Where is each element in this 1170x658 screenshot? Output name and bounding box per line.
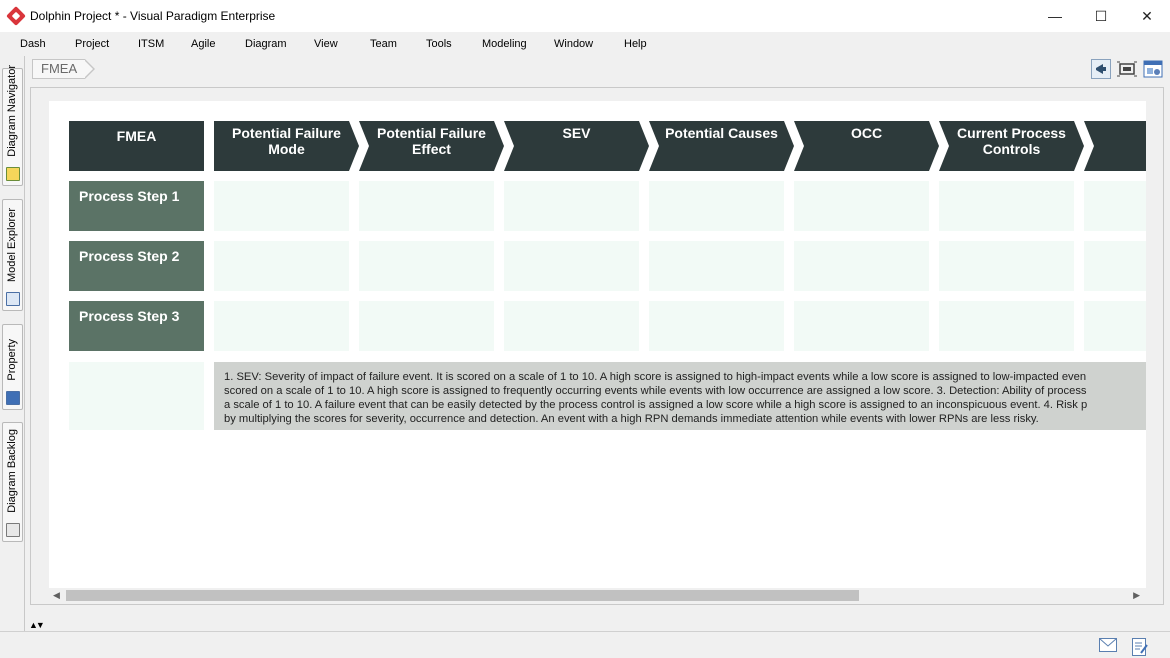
notes-icon[interactable] xyxy=(1132,638,1150,656)
column-header-label: SEV xyxy=(562,125,591,141)
row-header-process-step-2[interactable]: Process Step 2 xyxy=(69,241,204,291)
dock-tab-label: Model Explorer xyxy=(6,208,18,282)
note-label-cell[interactable] xyxy=(69,362,204,430)
row-header-process-step-3[interactable]: Process Step 3 xyxy=(69,301,204,351)
menu-diagram[interactable]: Diagram xyxy=(245,38,287,50)
model-explorer-icon xyxy=(6,292,20,306)
table-cell[interactable] xyxy=(359,301,494,351)
scroll-right-icon[interactable]: ▶ xyxy=(1133,590,1140,601)
column-header-potential-failure-mode[interactable]: Potential Failure Mode xyxy=(214,121,359,171)
diagram-canvas[interactable]: FMEA Potential Failure Mode Potential Fa… xyxy=(49,101,1146,588)
fmea-note[interactable]: 1. SEV: Severity of impact of failure ev… xyxy=(214,362,1146,430)
table-cell[interactable] xyxy=(649,241,784,291)
breadcrumb-arrow-icon xyxy=(84,59,96,79)
column-header-label: Potential Causes xyxy=(665,125,778,141)
dock-tab-label: Property xyxy=(6,339,18,381)
menu-team[interactable]: Team xyxy=(370,38,397,50)
note-line: scored on a scale of 1 to 10. A high sco… xyxy=(224,385,1087,397)
minimize-button[interactable]: — xyxy=(1032,0,1078,32)
breadcrumb-bar: FMEA xyxy=(25,56,1170,84)
menu-agile[interactable]: Agile xyxy=(191,38,215,50)
table-cell[interactable] xyxy=(1084,301,1146,351)
column-header-occ[interactable]: OCC xyxy=(794,121,939,171)
close-button[interactable]: ✕ xyxy=(1124,0,1170,32)
property-icon xyxy=(6,391,20,405)
dock-tab-diagram-navigator[interactable]: Diagram Navigator xyxy=(2,65,23,186)
table-cell[interactable] xyxy=(939,181,1074,231)
table-cell[interactable] xyxy=(504,241,639,291)
maximize-button[interactable]: ☐ xyxy=(1078,0,1124,32)
menu-project[interactable]: Project xyxy=(75,38,109,50)
diagram-navigator-icon xyxy=(6,167,20,181)
title-bar: Dolphin Project * - Visual Paradigm Ente… xyxy=(0,0,1170,32)
column-header-potential-failure-effect[interactable]: Potential Failure Effect xyxy=(359,121,504,171)
breadcrumb[interactable]: FMEA xyxy=(32,59,96,79)
fit-diagram-icon[interactable] xyxy=(1116,58,1138,80)
note-line: by multiplying the scores for severity, … xyxy=(224,413,1039,425)
dock-tab-label: Diagram Backlog xyxy=(6,429,18,513)
menu-help[interactable]: Help xyxy=(624,38,647,50)
menu-bar: Dash Project ITSM Agile Diagram View Tea… xyxy=(0,32,1170,56)
table-corner-header[interactable]: FMEA xyxy=(69,121,204,171)
dock-tab-diagram-backlog[interactable]: Diagram Backlog xyxy=(2,422,23,542)
layout-panel-icon[interactable] xyxy=(1142,58,1164,80)
table-cell[interactable] xyxy=(794,241,929,291)
diagram-toolbar xyxy=(1090,58,1164,80)
dock-tab-model-explorer[interactable]: Model Explorer xyxy=(2,199,23,311)
diagram-backlog-icon xyxy=(6,523,20,537)
note-line: 1. SEV: Severity of impact of failure ev… xyxy=(224,371,1087,383)
table-cell[interactable] xyxy=(359,241,494,291)
scrollbar-thumb[interactable] xyxy=(66,590,859,601)
column-header-label: Potential Failure Mode xyxy=(232,125,341,157)
column-header-label: Potential Failure Effect xyxy=(377,125,486,157)
breadcrumb-item[interactable]: FMEA xyxy=(32,59,86,79)
column-header-sev[interactable]: SEV xyxy=(504,121,649,171)
status-bar xyxy=(0,631,1170,658)
table-cell[interactable] xyxy=(504,301,639,351)
table-cell[interactable] xyxy=(504,181,639,231)
table-cell[interactable] xyxy=(939,301,1074,351)
table-cell[interactable] xyxy=(794,301,929,351)
visual-paradigm-logo-icon xyxy=(6,6,26,26)
table-cell[interactable] xyxy=(1084,241,1146,291)
column-header-current-process-controls[interactable]: Current Process Controls xyxy=(939,121,1084,171)
mail-icon[interactable] xyxy=(1099,638,1117,654)
column-header-label: OCC xyxy=(850,125,883,141)
menu-window[interactable]: Window xyxy=(554,38,593,50)
table-cell[interactable] xyxy=(359,181,494,231)
note-line: a scale of 1 to 10. A failure event that… xyxy=(224,399,1088,411)
window-controls: — ☐ ✕ xyxy=(1032,0,1170,32)
dock-tab-property[interactable]: Property xyxy=(2,324,23,410)
menu-tools[interactable]: Tools xyxy=(426,38,452,50)
row-header-process-step-1[interactable]: Process Step 1 xyxy=(69,181,204,231)
horizontal-scrollbar[interactable]: ◀ ▶ xyxy=(49,588,1146,603)
left-dock: Diagram Navigator Model Explorer Propert… xyxy=(0,56,25,631)
window-title: Dolphin Project * - Visual Paradigm Ente… xyxy=(30,9,276,23)
table-cell[interactable] xyxy=(939,241,1074,291)
table-cell[interactable] xyxy=(649,301,784,351)
menu-view[interactable]: View xyxy=(314,38,338,50)
menu-itsm[interactable]: ITSM xyxy=(138,38,164,50)
column-header-label: Current Process Controls xyxy=(957,125,1066,157)
announce-icon[interactable] xyxy=(1090,58,1112,80)
table-cell[interactable] xyxy=(794,181,929,231)
table-cell[interactable] xyxy=(1084,181,1146,231)
menu-dash[interactable]: Dash xyxy=(20,38,46,50)
pane-collapse-icon[interactable]: ▲▼ xyxy=(29,620,45,630)
scroll-left-icon[interactable]: ◀ xyxy=(53,590,60,601)
table-cell[interactable] xyxy=(649,181,784,231)
column-header-detection[interactable]: D xyxy=(1084,121,1146,171)
dock-tab-label: Diagram Navigator xyxy=(6,65,18,157)
table-cell[interactable] xyxy=(214,301,349,351)
menu-modeling[interactable]: Modeling xyxy=(482,38,527,50)
table-cell[interactable] xyxy=(214,241,349,291)
table-cell[interactable] xyxy=(214,181,349,231)
column-header-potential-causes[interactable]: Potential Causes xyxy=(649,121,794,171)
